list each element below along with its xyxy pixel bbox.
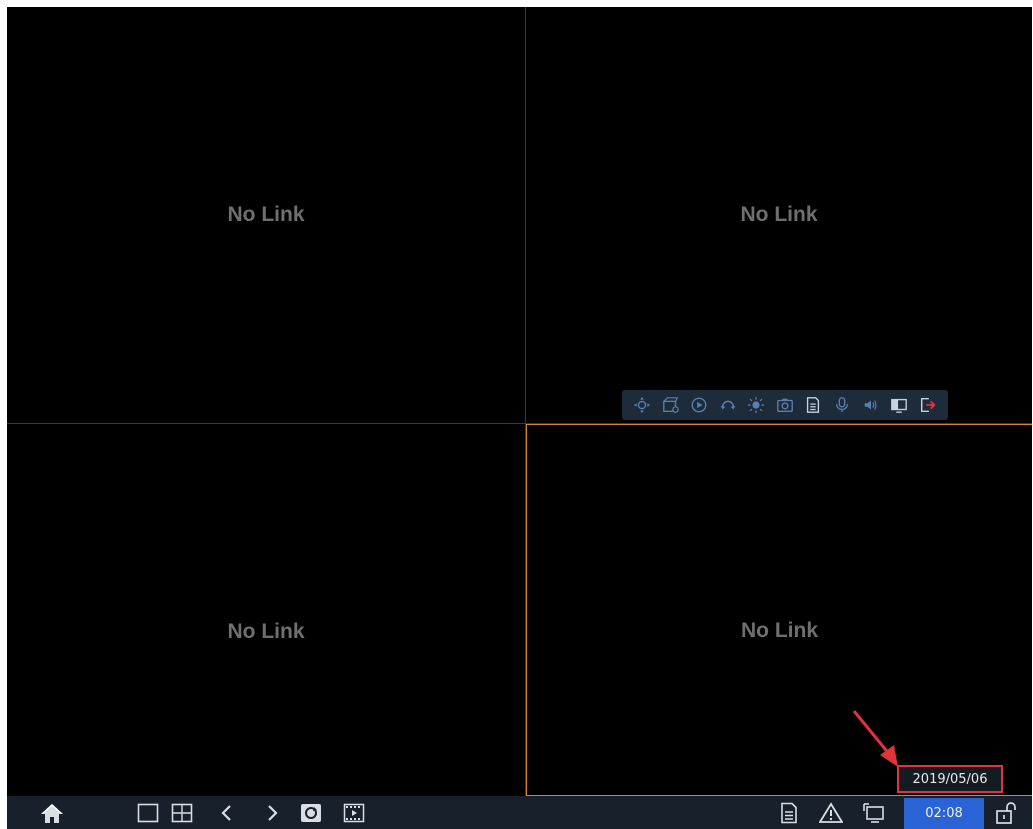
record-icon[interactable] bbox=[661, 395, 681, 415]
home-icon[interactable] bbox=[35, 796, 69, 829]
rotate-icon[interactable] bbox=[718, 395, 738, 415]
lock-icon[interactable] bbox=[992, 796, 1022, 829]
alarm-icon[interactable] bbox=[816, 796, 846, 829]
grid-divider-horizontal bbox=[7, 423, 1032, 424]
channel-1-status: No Link bbox=[227, 203, 305, 226]
microphone-icon[interactable] bbox=[832, 395, 852, 415]
ptz-icon[interactable] bbox=[632, 395, 652, 415]
channel-4-status: No Link bbox=[741, 619, 818, 642]
brightness-icon[interactable] bbox=[746, 395, 766, 415]
system-clock[interactable]: 02:08 bbox=[904, 798, 984, 829]
prev-icon[interactable] bbox=[215, 796, 237, 829]
quad-view-icon[interactable] bbox=[168, 796, 196, 829]
channel-2-view[interactable]: No Link bbox=[526, 7, 1032, 423]
channel-4-view-selected[interactable]: No Link bbox=[525, 423, 1032, 797]
network-icon[interactable] bbox=[859, 796, 889, 829]
next-icon[interactable] bbox=[262, 796, 284, 829]
display-icon[interactable] bbox=[889, 395, 909, 415]
channel-toolbar bbox=[622, 390, 948, 420]
channel-1-view[interactable]: No Link bbox=[7, 7, 525, 423]
grid-divider-vertical bbox=[525, 7, 526, 796]
single-view-icon[interactable] bbox=[134, 796, 162, 829]
playback-icon[interactable] bbox=[689, 395, 709, 415]
taskbar: 02:08 bbox=[7, 796, 1032, 829]
annotation-arrow-icon bbox=[852, 710, 898, 767]
dvr-screen: No Link No Link No Link No Link 2019/05/… bbox=[7, 7, 1032, 829]
sequence-icon[interactable] bbox=[297, 796, 325, 829]
volume-icon[interactable] bbox=[861, 395, 881, 415]
channel-3-status: No Link bbox=[227, 620, 305, 643]
channel-2-status: No Link bbox=[740, 203, 818, 226]
snapshot-icon[interactable] bbox=[775, 395, 795, 415]
date-tooltip: 2019/05/06 bbox=[897, 765, 1003, 793]
document-icon[interactable] bbox=[803, 395, 823, 415]
log-icon[interactable] bbox=[775, 796, 803, 829]
exit-icon[interactable] bbox=[918, 395, 938, 415]
playback-film-icon[interactable] bbox=[340, 796, 368, 829]
channel-3-view[interactable]: No Link bbox=[7, 424, 525, 796]
